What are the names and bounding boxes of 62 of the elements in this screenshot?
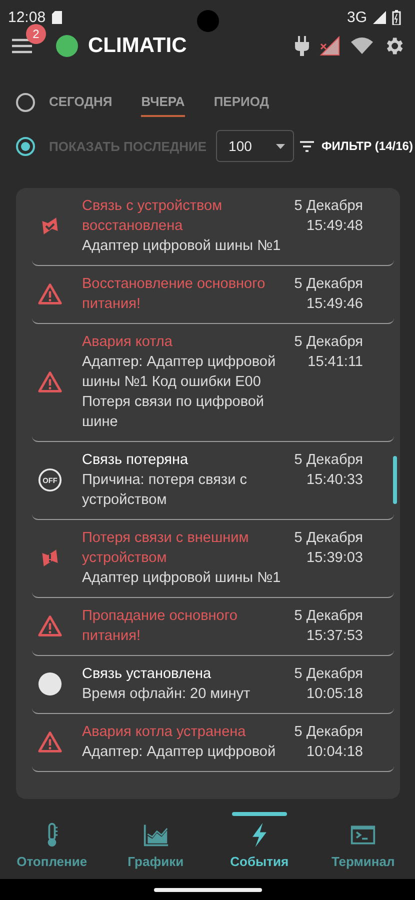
- signal-icon: [373, 10, 386, 24]
- count-dropdown[interactable]: 100: [216, 130, 294, 162]
- nav-tab[interactable]: События: [208, 812, 312, 879]
- event-time: 15:40:33: [306, 471, 363, 490]
- app-title: CLIMATIC: [88, 34, 187, 58]
- filter-icon: [300, 140, 314, 152]
- event-title: Восстановление основного питания!: [82, 275, 266, 314]
- no-signal-icon[interactable]: [319, 36, 341, 56]
- period-radio[interactable]: [16, 92, 35, 112]
- warning-icon: [38, 730, 62, 754]
- event-time: 15:49:48: [306, 217, 363, 236]
- battery-icon: [392, 10, 401, 24]
- circle-icon: [38, 672, 62, 696]
- event-date: 5 Декабря: [293, 665, 363, 684]
- event-time: 15:41:11: [306, 353, 363, 372]
- warning-icon: [38, 370, 62, 394]
- event-time: 15:37:53: [306, 627, 363, 646]
- event-detail: Адаптер: Адаптер цифровой шины №1 Код ошибки E00 Потеря связи по цифровой шине: [82, 353, 277, 432]
- wifi-icon[interactable]: [351, 37, 373, 55]
- off-icon: OFF: [38, 468, 62, 492]
- nav-tab[interactable]: Терминал: [311, 812, 415, 879]
- nav-tab[interactable]: Графики: [104, 812, 208, 879]
- camera-hole: [197, 10, 219, 32]
- period-tab[interactable]: ПЕРИОД: [214, 88, 270, 116]
- event-detail: Время офлайн: 20 минут: [82, 685, 252, 704]
- event-title: Потеря связи с внешним устройством: [82, 529, 250, 568]
- caret-icon: [276, 144, 285, 148]
- event-time: 15:39:03: [306, 549, 363, 568]
- event-time: 10:04:18: [306, 743, 363, 762]
- plug-icon[interactable]: [295, 36, 309, 56]
- event-time: 10:05:18: [306, 685, 363, 704]
- menu-icon[interactable]: [12, 38, 32, 54]
- event-date: 5 Декабря: [293, 451, 363, 470]
- network-type: 3G: [346, 8, 367, 26]
- event-title: Связь с устройством восстановлена: [82, 197, 224, 236]
- event-detail: Причина: потеря связи с устройством: [82, 471, 248, 510]
- event-title: Авария котла устранена: [82, 723, 247, 742]
- period-tab[interactable]: ВЧЕРА: [141, 88, 185, 116]
- period-tab[interactable]: СЕГОДНЯ: [49, 88, 112, 116]
- warning-icon: [38, 614, 62, 638]
- event-detail: Адаптер цифровой шины №1: [82, 237, 281, 256]
- event-detail: Адаптер цифровой шины №1: [82, 569, 281, 588]
- event-detail: Адаптер: Адаптер цифровой: [82, 743, 277, 762]
- nav-tab[interactable]: Отопление: [0, 812, 104, 879]
- clock: 12:08: [8, 8, 46, 26]
- event-title: Пропадание основного питания!: [82, 607, 238, 646]
- event-date: 5 Декабря: [293, 529, 363, 548]
- event-date: 5 Декабря: [293, 723, 363, 742]
- event-time: 15:49:46: [306, 295, 363, 314]
- event-date: 5 Декабря: [293, 607, 363, 626]
- event-date: 5 Декабря: [293, 197, 363, 216]
- sd-card-icon: [52, 10, 62, 24]
- warning-icon: [38, 282, 62, 306]
- notification-badge: 2: [26, 24, 46, 44]
- filter-button[interactable]: ФИЛЬТР (14/16): [300, 139, 413, 153]
- event-date: 5 Декабря: [293, 333, 363, 352]
- event-title: Связь потеряна: [82, 451, 190, 470]
- event-title: Авария котла: [82, 333, 174, 352]
- event-date: 5 Декабря: [293, 275, 363, 294]
- chart-icon: [142, 822, 169, 848]
- last-radio[interactable]: [16, 136, 35, 156]
- event-title: Связь установлена: [82, 665, 212, 684]
